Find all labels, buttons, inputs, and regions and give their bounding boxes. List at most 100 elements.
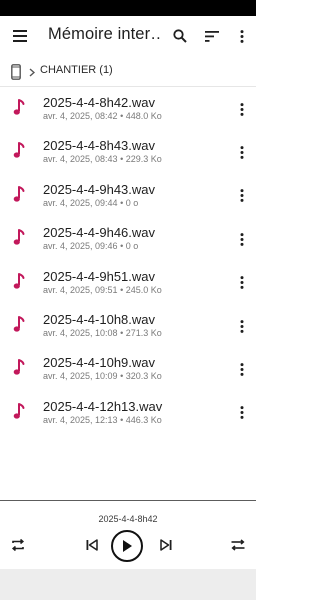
- more-vert-icon: [240, 319, 244, 333]
- play-icon: [123, 540, 132, 552]
- repeat-icon: [11, 538, 25, 552]
- skip-previous-icon: [86, 539, 98, 551]
- row-overflow-button[interactable]: [234, 230, 250, 248]
- file-date: avr. 4, 2025, 12:13: [43, 414, 118, 425]
- file-size: 0 o: [125, 197, 139, 208]
- overflow-menu-button[interactable]: [230, 24, 254, 48]
- system-navigation-bar: [0, 569, 256, 600]
- breadcrumb-folder[interactable]: CHANTIER (1): [40, 64, 113, 76]
- meta-separator: •: [120, 154, 124, 165]
- list-item[interactable]: 2025-4-4-9h43.wav avr. 4, 2025, 09:44 • 0…: [0, 175, 256, 218]
- more-vert-icon: [240, 102, 244, 116]
- list-item[interactable]: 2025-4-4-8h42.wav avr. 4, 2025, 08:42 • 4…: [0, 88, 256, 131]
- list-item[interactable]: 2025-4-4-9h51.wav avr. 4, 2025, 09:51 • 2…: [0, 262, 256, 305]
- meta-separator: •: [120, 414, 124, 425]
- music-note-icon: [13, 359, 25, 375]
- file-meta: avr. 4, 2025, 08:42 • 448.0 Ko: [43, 111, 162, 121]
- file-name: 2025-4-4-10h8.wav: [43, 312, 156, 327]
- file-size: 229.3 Ko: [125, 154, 162, 165]
- meta-separator: •: [120, 197, 124, 208]
- music-note-icon: [13, 272, 25, 289]
- row-overflow-button[interactable]: [234, 100, 250, 118]
- meta-separator: •: [120, 371, 124, 382]
- skip-next-icon: [160, 539, 172, 551]
- more-vert-icon: [240, 406, 244, 420]
- menu-icon: [13, 30, 27, 42]
- meta-separator: •: [120, 328, 124, 338]
- row-overflow-button[interactable]: [234, 360, 250, 378]
- file-size: 446.3 Ko: [125, 414, 162, 425]
- next-button[interactable]: [158, 537, 174, 553]
- file-date: avr. 4, 2025, 10:09: [43, 371, 118, 382]
- list-item[interactable]: 2025-4-4-8h43.wav avr. 4, 2025, 08:43 • 2…: [0, 131, 256, 174]
- file-meta: avr. 4, 2025, 08:43 • 229.3 Ko: [43, 154, 162, 164]
- music-note-icon: [13, 402, 25, 419]
- file-meta: avr. 4, 2025, 09:51 • 245.0 Ko: [43, 285, 162, 295]
- list-item[interactable]: 2025-4-4-9h46.wav avr. 4, 2025, 09:46 • 0…: [0, 218, 256, 261]
- file-date: avr. 4, 2025, 08:42: [43, 111, 118, 121]
- file-date: avr. 4, 2025, 09:46: [43, 241, 118, 252]
- file-name: 2025-4-4-8h42.wav: [43, 95, 156, 110]
- more-vert-icon: [240, 189, 244, 203]
- repeat-button[interactable]: [10, 537, 26, 553]
- menu-button[interactable]: [8, 24, 32, 48]
- shuffle-button[interactable]: [230, 537, 246, 553]
- meta-separator: •: [120, 111, 124, 121]
- file-meta: avr. 4, 2025, 12:13 • 446.3 Ko: [43, 415, 162, 425]
- breadcrumb-device[interactable]: [8, 62, 24, 82]
- more-vert-icon: [240, 362, 244, 376]
- list-item[interactable]: 2025-4-4-10h9.wav avr. 4, 2025, 10:09 • 3…: [0, 348, 256, 391]
- play-button[interactable]: [111, 530, 143, 562]
- meta-separator: •: [120, 284, 124, 295]
- file-meta: avr. 4, 2025, 10:08 • 271.3 Ko: [43, 328, 162, 338]
- music-note-icon: [13, 185, 25, 202]
- file-name: 2025-4-4-10h9.wav: [43, 355, 156, 371]
- sort-button[interactable]: [200, 24, 224, 48]
- file-meta: avr. 4, 2025, 09:46 • 0 o: [43, 241, 138, 251]
- mini-player: 2025-4-4-8h42: [0, 501, 256, 569]
- file-name: 2025-4-4-9h43.wav: [43, 181, 156, 197]
- file-name: 2025-4-4-12h13.wav: [43, 398, 163, 414]
- sort-icon: [205, 30, 219, 42]
- file-name: 2025-4-4-9h51.wav: [43, 268, 156, 284]
- more-vert-icon: [240, 232, 244, 246]
- more-vert-icon: [240, 145, 244, 159]
- status-bar: [0, 0, 256, 16]
- file-date: avr. 4, 2025, 10:08: [43, 328, 118, 338]
- shuffle-icon: [231, 539, 245, 551]
- row-overflow-button[interactable]: [234, 187, 250, 205]
- list-item[interactable]: 2025-4-4-12h13.wav avr. 4, 2025, 12:13 • …: [0, 392, 256, 435]
- breadcrumb: CHANTIER (1): [0, 58, 256, 86]
- page-title: Mémoire inter…: [48, 25, 160, 43]
- app-bar: Mémoire inter…: [0, 16, 256, 56]
- file-date: avr. 4, 2025, 09:44: [43, 197, 118, 208]
- row-overflow-button[interactable]: [234, 274, 250, 292]
- file-size: 0 o: [125, 241, 139, 252]
- phone-icon: [11, 64, 21, 80]
- file-size: 448.0 Ko: [125, 111, 162, 121]
- chevron-right-icon: [29, 67, 35, 77]
- list-item[interactable]: 2025-4-4-10h8.wav avr. 4, 2025, 10:08 • 2…: [0, 305, 256, 348]
- music-note-icon: [13, 142, 25, 158]
- row-overflow-button[interactable]: [234, 404, 250, 422]
- breadcrumb-separator: [26, 64, 38, 80]
- more-vert-icon: [240, 29, 244, 43]
- row-overflow-button[interactable]: [234, 143, 250, 161]
- file-date: avr. 4, 2025, 09:51: [43, 284, 118, 295]
- search-button[interactable]: [168, 24, 192, 48]
- file-name: 2025-4-4-8h43.wav: [43, 138, 156, 154]
- file-meta: avr. 4, 2025, 10:09 • 320.3 Ko: [43, 371, 162, 381]
- music-note-icon: [13, 99, 25, 115]
- row-overflow-button[interactable]: [234, 317, 250, 335]
- music-note-icon: [13, 316, 25, 332]
- previous-button[interactable]: [84, 537, 100, 553]
- file-size: 320.3 Ko: [125, 371, 162, 382]
- file-date: avr. 4, 2025, 08:43: [43, 154, 118, 165]
- more-vert-icon: [240, 276, 244, 289]
- file-name: 2025-4-4-9h46.wav: [43, 225, 156, 241]
- file-meta: avr. 4, 2025, 09:44 • 0 o: [43, 198, 138, 208]
- file-size: 245.0 Ko: [125, 284, 162, 295]
- search-icon: [173, 29, 187, 43]
- meta-separator: •: [120, 241, 124, 252]
- divider: [0, 86, 256, 87]
